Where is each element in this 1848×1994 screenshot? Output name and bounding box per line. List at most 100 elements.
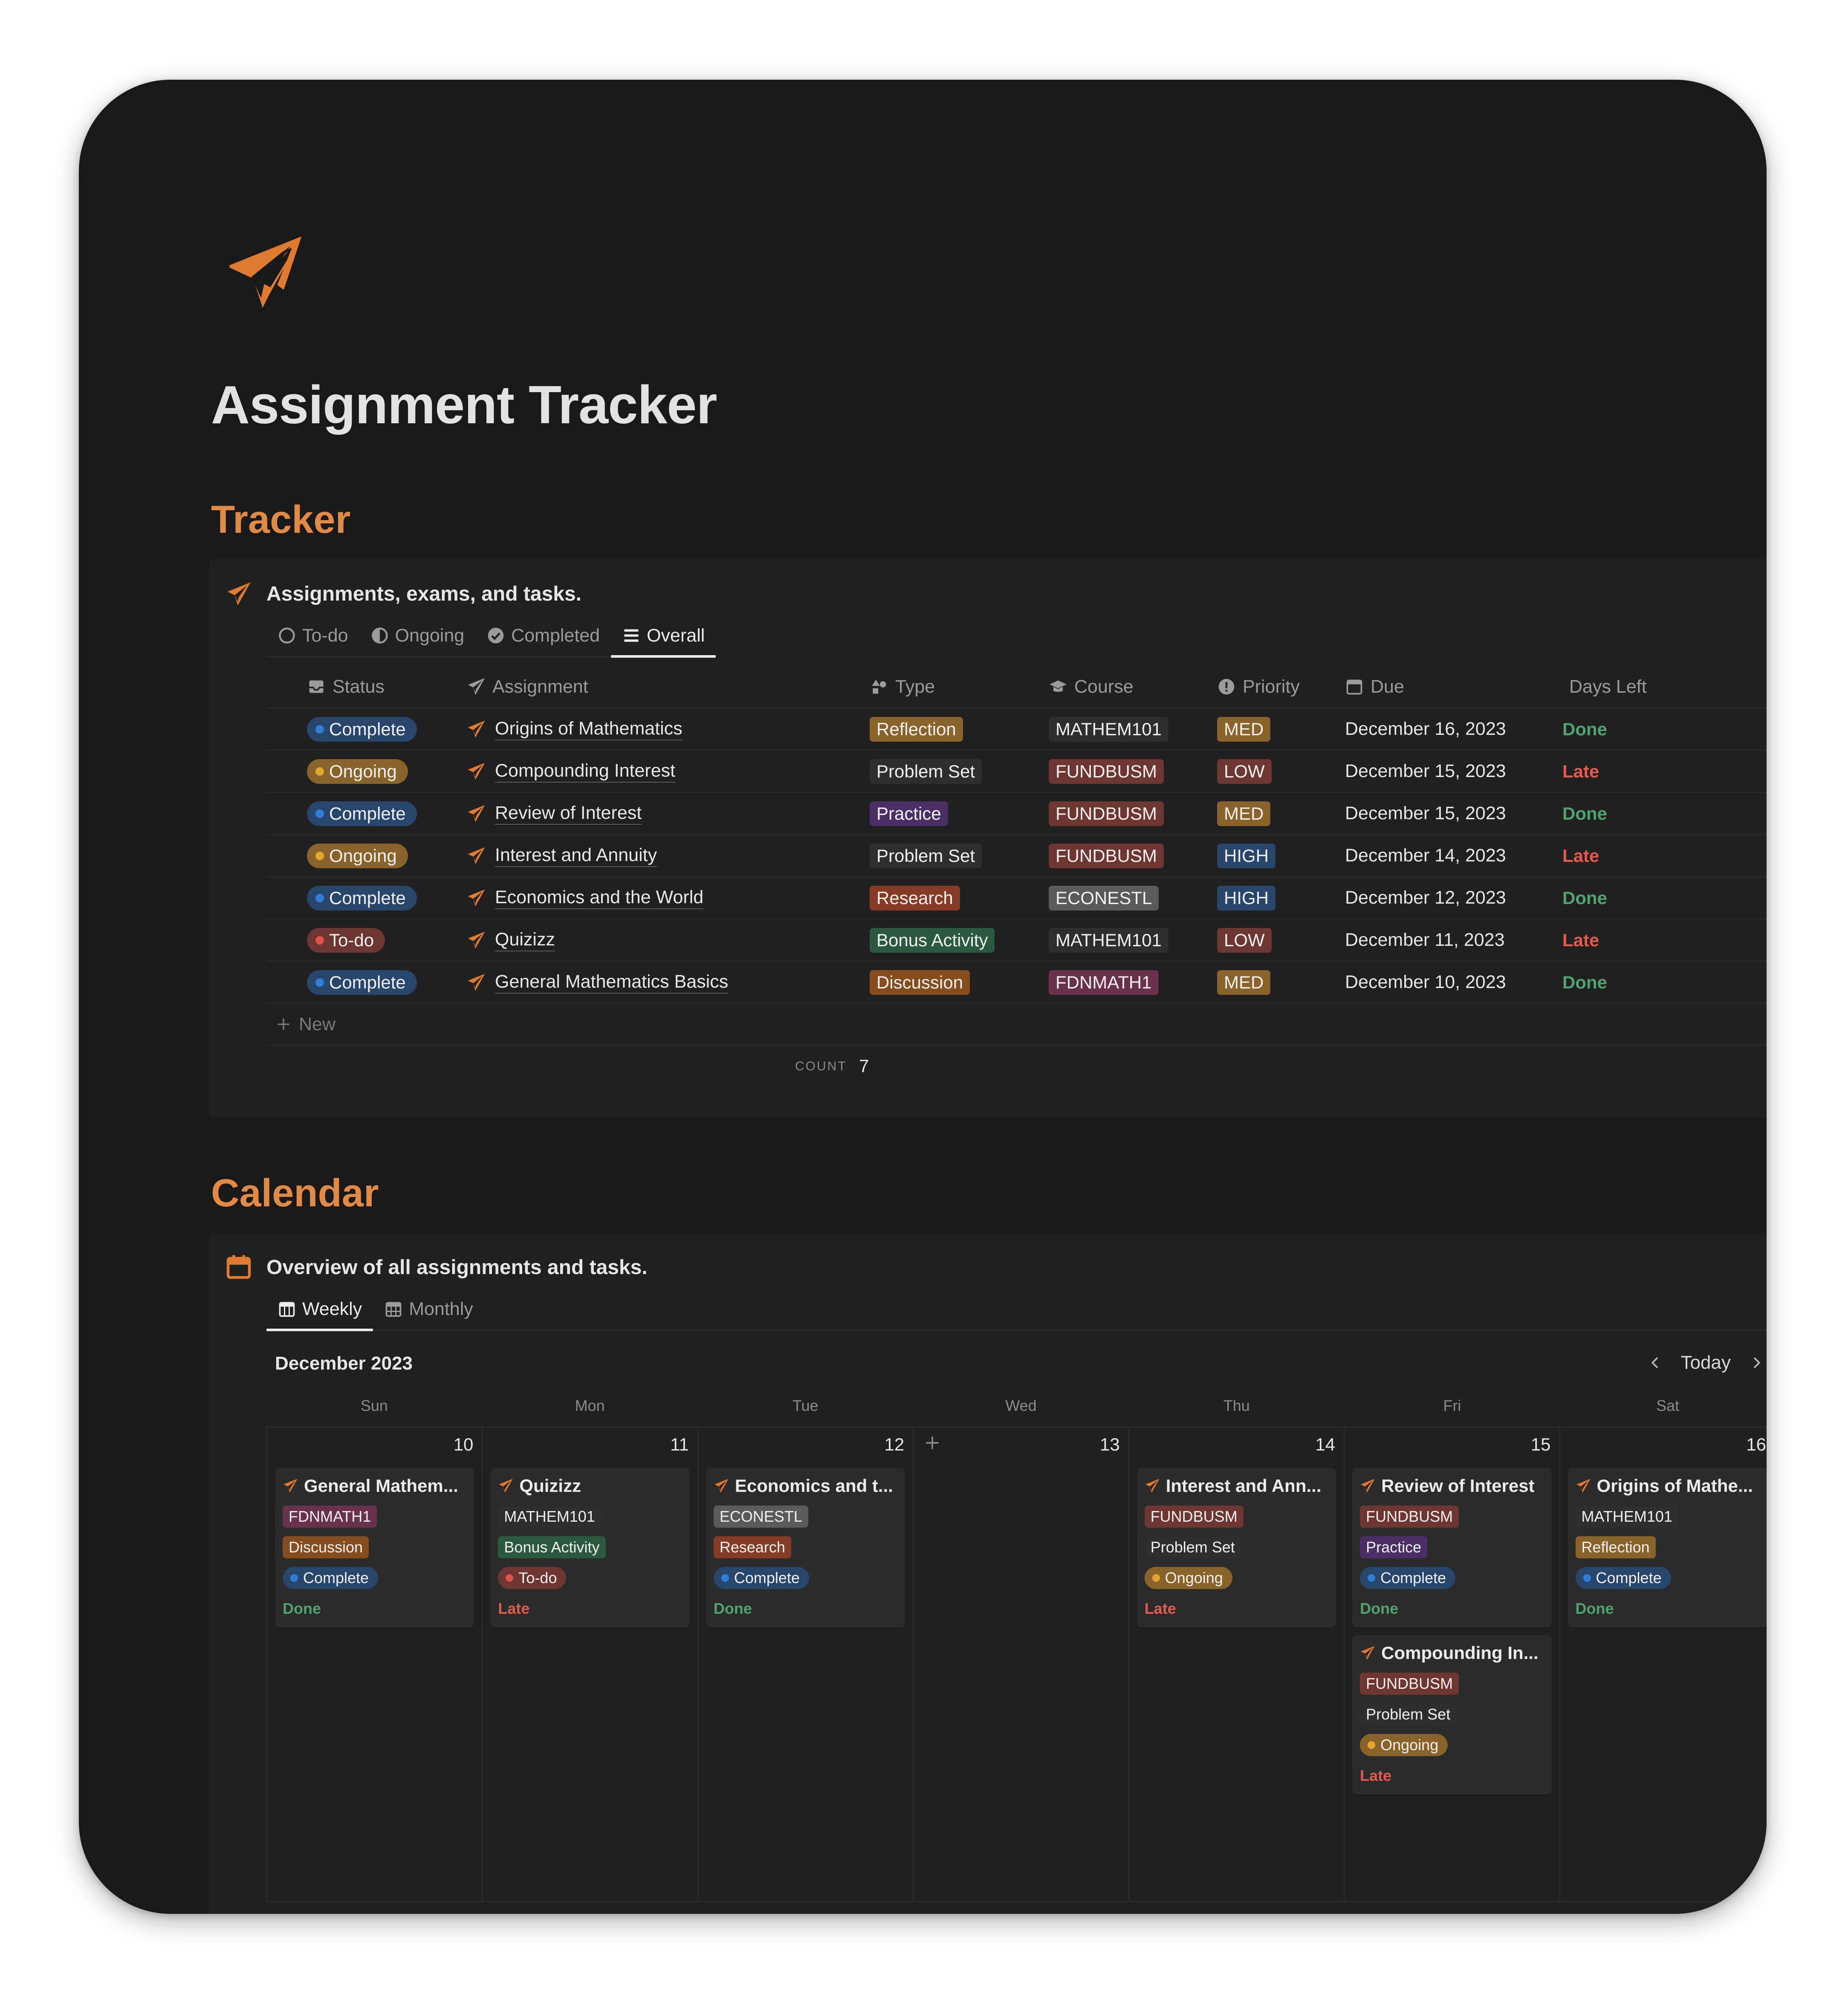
due-date-cell[interactable]: December 12, 2023 bbox=[1345, 887, 1562, 908]
status-cell[interactable]: Complete bbox=[266, 801, 467, 826]
event-card[interactable]: Review of Interest FUNDBUSM Practice Comple… bbox=[1352, 1468, 1552, 1627]
course-cell[interactable]: FUNDBUSM bbox=[1049, 801, 1217, 826]
priority-cell[interactable]: HIGH bbox=[1217, 843, 1345, 868]
tab-overall[interactable]: Overall bbox=[611, 614, 716, 658]
tab-ongoing[interactable]: Ongoing bbox=[359, 614, 476, 657]
table-row[interactable]: Ongoing Interest and Annuity Problem Set FU… bbox=[266, 835, 1767, 877]
priority-cell[interactable]: MED bbox=[1217, 801, 1345, 826]
tab-label: Completed bbox=[511, 625, 600, 646]
status-badge: Complete bbox=[307, 885, 417, 910]
type-cell[interactable]: Problem Set bbox=[870, 759, 1049, 784]
tab-completed[interactable]: Completed bbox=[475, 614, 611, 657]
priority-cell[interactable]: LOW bbox=[1217, 928, 1345, 953]
due-date-cell[interactable]: December 16, 2023 bbox=[1345, 719, 1562, 740]
assignment-title: Origins of Mathematics bbox=[495, 718, 683, 741]
status-cell[interactable]: Complete bbox=[266, 717, 467, 742]
event-card[interactable]: General Mathem... FDNMATH1 Discussion Compl… bbox=[275, 1468, 474, 1627]
due-date-cell[interactable]: December 15, 2023 bbox=[1345, 803, 1562, 824]
priority-cell[interactable]: LOW bbox=[1217, 759, 1345, 784]
table-row[interactable]: Complete Review of Interest Practice FUNDBU… bbox=[266, 793, 1767, 835]
event-card[interactable]: Origins of Mathe... MATHEM101 Reflection Co… bbox=[1567, 1468, 1767, 1627]
day-cell[interactable]: 14 Interest and Ann... FUNDBUSM Problem Set… bbox=[1129, 1428, 1345, 1901]
event-card[interactable]: Interest and Ann... FUNDBUSM Problem Set On… bbox=[1137, 1468, 1336, 1627]
tab-weekly[interactable]: Weekly bbox=[266, 1288, 373, 1331]
assignment-cell[interactable]: General Mathematics Basics bbox=[467, 971, 870, 994]
assignment-link[interactable]: Economics and the World bbox=[467, 887, 704, 910]
event-card[interactable]: Economics and t... ECONESTL Research Comple… bbox=[706, 1468, 905, 1627]
course-cell[interactable]: MATHEM101 bbox=[1049, 928, 1217, 953]
type-cell[interactable]: Practice bbox=[870, 801, 1049, 826]
column-header-due[interactable]: Due bbox=[1345, 676, 1562, 697]
assignment-cell[interactable]: Compounding Interest bbox=[467, 760, 870, 783]
course-cell[interactable]: FUNDBUSM bbox=[1049, 759, 1217, 784]
chevron-right-icon[interactable] bbox=[1748, 1354, 1765, 1371]
course-cell[interactable]: FDNMATH1 bbox=[1049, 970, 1217, 995]
status-label: Ongoing bbox=[1165, 1569, 1223, 1587]
table-row[interactable]: Complete Origins of Mathematics Reflection… bbox=[266, 708, 1767, 751]
add-event-icon[interactable] bbox=[923, 1433, 942, 1452]
column-header-status[interactable]: Status bbox=[266, 676, 467, 697]
status-cell[interactable]: Complete bbox=[266, 885, 467, 910]
type-cell[interactable]: Problem Set bbox=[870, 843, 1049, 868]
due-date-cell[interactable]: December 11, 2023 bbox=[1345, 930, 1562, 951]
status-cell[interactable]: Complete bbox=[266, 970, 467, 995]
assignment-cell[interactable]: Interest and Annuity bbox=[467, 844, 870, 867]
assignment-cell[interactable]: Review of Interest bbox=[467, 802, 870, 825]
column-header-priority[interactable]: Priority bbox=[1217, 676, 1345, 697]
table-row[interactable]: To-do Quizizz Bonus Activity MATHEM101 LOW De… bbox=[266, 919, 1767, 962]
status-cell[interactable]: Ongoing bbox=[266, 759, 467, 784]
day-cell[interactable]: 13 bbox=[914, 1428, 1129, 1901]
today-button[interactable]: Today bbox=[1681, 1352, 1731, 1373]
tab-monthly[interactable]: Monthly bbox=[373, 1288, 484, 1330]
due-date-cell[interactable]: December 14, 2023 bbox=[1345, 845, 1562, 866]
type-cell[interactable]: Bonus Activity bbox=[870, 928, 1049, 953]
table-row[interactable]: Complete Economics and the World Research E… bbox=[266, 877, 1767, 919]
column-header-days-left[interactable]: Days Left bbox=[1562, 676, 1767, 697]
type-cell[interactable]: Reflection bbox=[870, 717, 1049, 742]
assignment-cell[interactable]: Economics and the World bbox=[467, 887, 870, 910]
assignment-link[interactable]: Quizizz bbox=[467, 929, 555, 952]
assignment-cell[interactable]: Origins of Mathematics bbox=[467, 718, 870, 741]
day-cell[interactable]: 11 Quizizz MATHEM101 Bonus Activity To-do Lat… bbox=[483, 1428, 698, 1901]
type-cell[interactable]: Discussion bbox=[870, 970, 1049, 995]
column-header-assignment[interactable]: Assignment bbox=[467, 676, 870, 697]
chevron-left-icon[interactable] bbox=[1647, 1354, 1664, 1371]
days-left-cell: Late bbox=[1562, 930, 1767, 951]
list-icon bbox=[624, 629, 639, 642]
day-cell[interactable]: 16 Origins of Mathe... MATHEM101 Reflection… bbox=[1560, 1428, 1767, 1901]
column-header-type[interactable]: Type bbox=[870, 676, 1049, 697]
day-cell[interactable]: 12 Economics and t... ECONESTL Research Comp… bbox=[698, 1428, 914, 1901]
priority-cell[interactable]: HIGH bbox=[1217, 885, 1345, 910]
assignment-link[interactable]: Origins of Mathematics bbox=[467, 718, 683, 741]
event-card[interactable]: Compounding In... FUNDBUSM Problem Set Ongo… bbox=[1352, 1635, 1552, 1795]
status-label: Ongoing bbox=[329, 845, 397, 866]
paper-plane-icon bbox=[228, 236, 302, 309]
assignment-link[interactable]: General Mathematics Basics bbox=[467, 971, 729, 994]
due-date-cell[interactable]: December 15, 2023 bbox=[1345, 761, 1562, 782]
priority-cell[interactable]: MED bbox=[1217, 717, 1345, 742]
status-label: Complete bbox=[329, 719, 406, 739]
course-cell[interactable]: MATHEM101 bbox=[1049, 717, 1217, 742]
assignment-link[interactable]: Interest and Annuity bbox=[467, 844, 657, 867]
paper-plane-icon bbox=[283, 1479, 298, 1493]
new-row-button[interactable]: New bbox=[266, 1004, 1767, 1046]
day-cell[interactable]: 10 General Mathem... FDNMATH1 Discussion Com… bbox=[267, 1428, 483, 1901]
course-cell[interactable]: ECONESTL bbox=[1049, 885, 1217, 910]
assignment-link[interactable]: Compounding Interest bbox=[467, 760, 676, 783]
table-row[interactable]: Complete General Mathematics Basics Discus… bbox=[266, 962, 1767, 1004]
priority-cell[interactable]: MED bbox=[1217, 970, 1345, 995]
due-date-cell[interactable]: December 10, 2023 bbox=[1345, 972, 1562, 993]
status-dot bbox=[1583, 1574, 1591, 1582]
event-card[interactable]: Quizizz MATHEM101 Bonus Activity To-do Late bbox=[490, 1468, 690, 1627]
column-header-course[interactable]: Course bbox=[1049, 676, 1217, 697]
calendar-week-icon bbox=[279, 1302, 295, 1317]
day-cell[interactable]: 15 Review of Interest FUNDBUSM Practice Comp… bbox=[1345, 1428, 1560, 1901]
status-cell[interactable]: To-do bbox=[266, 928, 467, 953]
table-row[interactable]: Ongoing Compounding Interest Problem Set FU… bbox=[266, 751, 1767, 793]
status-cell[interactable]: Ongoing bbox=[266, 843, 467, 868]
type-cell[interactable]: Research bbox=[870, 885, 1049, 910]
course-cell[interactable]: FUNDBUSM bbox=[1049, 843, 1217, 868]
assignment-cell[interactable]: Quizizz bbox=[467, 929, 870, 952]
tab-to-do[interactable]: To-do bbox=[266, 614, 359, 657]
assignment-link[interactable]: Review of Interest bbox=[467, 802, 642, 825]
